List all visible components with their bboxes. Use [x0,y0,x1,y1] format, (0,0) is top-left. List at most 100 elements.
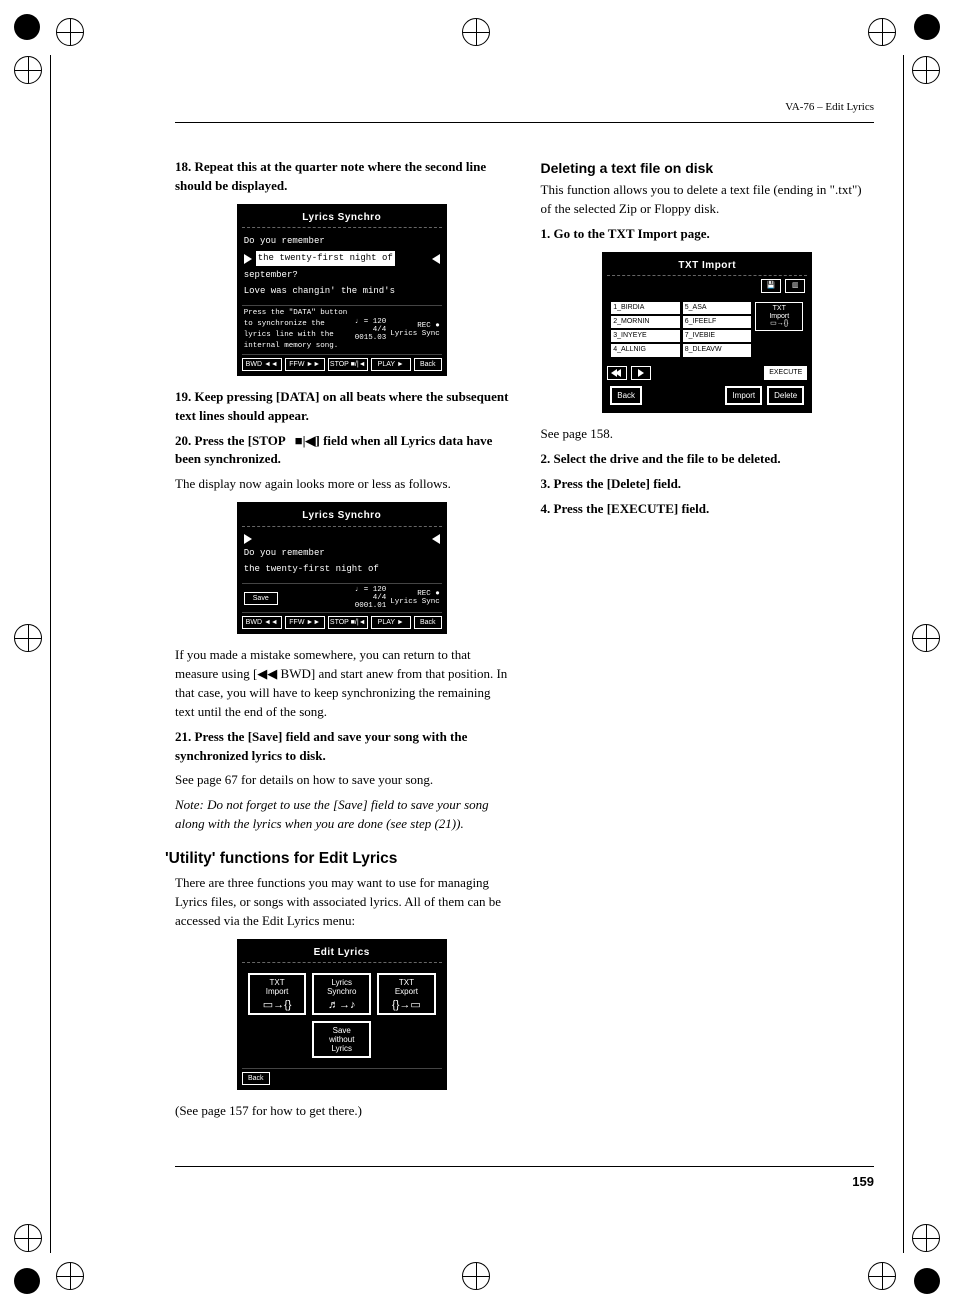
running-head: VA-76 – Edit Lyrics [175,100,874,116]
reg-cross [868,18,896,46]
lcd-rec: REC ● [417,590,440,598]
step-19: 19. Keep pressing [DATA] on all beats wh… [175,388,509,426]
lcd-line: the twenty-first night of [244,563,440,576]
back-button[interactable]: Back [242,1072,270,1085]
ffw-button[interactable]: FFW ►► [285,616,325,629]
reg-corner [14,14,40,40]
reg-cross [868,1262,896,1290]
file-item[interactable]: 7_IVEBIE [683,330,752,342]
lcd-title: Lyrics Synchro [242,507,442,527]
step-text: Press the [Save] field and save your son… [175,729,467,763]
bwd-button[interactable]: BWD ◄◄ [242,616,282,629]
lcd-rec: REC ● [417,322,440,330]
lcd-line: Do you remember [244,235,440,248]
step-18: 18. Repeat this at the quarter note wher… [175,158,509,196]
step-number: 20. [175,433,191,448]
lcd-edit-lyrics-menu: Edit Lyrics TXT Import ▭→{} Lyrics Synch… [237,939,447,1090]
step-3: 3. Press the [Delete] field. [541,475,875,494]
play-cursor-icon [244,534,252,544]
paragraph: (See page 157 for how to get there.) [175,1102,509,1121]
save-without-lyrics-tile[interactable]: Save without Lyrics [312,1021,371,1057]
file-list: 1_BIRDIA 5_ASA 2_MORNIN 6_IFEELF 3_INYEY… [611,302,751,357]
step-number: 1. [541,226,551,241]
reg-corner [914,14,940,40]
file-item[interactable]: 2_MORNIN [611,316,680,328]
step-number: 4. [541,501,551,516]
back-button[interactable]: Back [610,386,642,406]
lcd-ls: Lyrics Sync [390,598,440,606]
paragraph: See page 67 for details on how to save y… [175,771,509,790]
tile-label: Synchro [316,988,367,997]
txt-import-tile[interactable]: TXT Import ▭→{} [248,973,307,1015]
floppy-icon[interactable]: 💾 [761,279,781,293]
save-button[interactable]: Save [244,592,278,605]
tile-label: Lyrics [316,1045,367,1054]
side-label: Import [756,313,802,321]
stop-button[interactable]: STOP ■/|◄ [328,358,368,371]
zip-icon[interactable]: ▥ [785,279,805,293]
step-number: 19. [175,389,191,404]
reg-cross [14,1224,42,1252]
file-item[interactable]: 4_ALLNIG [611,344,680,356]
paragraph: If you made a mistake somewhere, you can… [175,646,509,721]
reg-corner [914,1268,940,1294]
lcd-tempo: ♩ = 120 [355,586,387,594]
lcd-sig: 4/4 [373,326,387,334]
paragraph: The display now again looks more or less… [175,475,509,494]
reg-cross [912,56,940,84]
reg-cross [14,56,42,84]
lcd-ls: Lyrics Sync [390,330,440,338]
trim-line [903,55,904,1253]
lyrics-synchro-tile[interactable]: Lyrics Synchro ♬→♪ [312,973,371,1015]
lcd-line: september? [244,269,440,282]
back-button[interactable]: Back [414,358,442,371]
file-item[interactable]: 5_ASA [683,302,752,314]
txt-import-icon: ▭→{} [756,320,802,328]
step-4: 4. Press the [EXECUTE] field. [541,500,875,519]
file-item[interactable]: 3_INYEYE [611,330,680,342]
cursor-back-icon [432,254,440,264]
cursor-back-icon [432,534,440,544]
lcd-title: Edit Lyrics [242,944,442,964]
note: Note: Do not forget to use the [Save] fi… [175,796,509,834]
left-column: 18. Repeat this at the quarter note wher… [175,158,509,1126]
file-item[interactable]: 6_IFEELF [683,316,752,328]
step-number: 21. [175,729,191,744]
reg-cross [14,624,42,652]
play-button[interactable]: PLAY ► [371,358,411,371]
top-rule [175,122,874,123]
step-text: Press the [Delete] field. [554,476,682,491]
back-button[interactable]: Back [414,616,442,629]
file-item[interactable]: 1_BIRDIA [611,302,680,314]
lcd-tempo: ♩ = 120 [355,318,387,326]
lcd-help-text: Press the "DATA" button to synchronize t… [244,308,355,352]
step-text: Press the [STOP ■|◀] field when all Lyri… [175,433,492,467]
step-number: 3. [541,476,551,491]
execute-button[interactable]: EXECUTE [764,366,807,380]
bwd-button[interactable]: BWD ◄◄ [242,358,282,371]
lcd-sig: 4/4 [373,594,387,602]
page-content: VA-76 – Edit Lyrics 18. Repeat this at t… [175,100,874,1218]
file-item[interactable]: 8_DLEAVW [683,344,752,356]
step-20: 20. Press the [STOP ■|◀] field when all … [175,432,509,470]
play-button[interactable]: PLAY ► [371,616,411,629]
txt-export-tile[interactable]: TXT Export {}→▭ [377,973,436,1015]
tile-label: Export [381,988,432,997]
step-number: 2. [541,451,551,466]
page-next-button[interactable] [631,366,651,380]
delete-button[interactable]: Delete [767,386,804,406]
txt-export-icon: {}→▭ [381,999,432,1011]
tile-label: Import [252,988,303,997]
reg-corner [14,1268,40,1294]
import-button[interactable]: Import [725,386,762,406]
ffw-button[interactable]: FFW ►► [285,358,325,371]
heading-utility: 'Utility' functions for Edit Lyrics [165,848,509,870]
page-prev-button[interactable] [607,366,627,380]
lcd-title: Lyrics Synchro [242,209,442,229]
right-column: Deleting a text file on disk This functi… [541,158,875,1126]
stop-button[interactable]: STOP ■/|◄ [328,616,368,629]
lcd-pos: 0001.01 [355,602,387,610]
txt-import-icon: ▭→{} [252,999,303,1011]
side-label: TXT [756,305,802,313]
lcd-txt-import: TXT Import 💾 ▥ 1_BIRDIA 5_ASA 2_MORNIN 6… [602,252,812,413]
